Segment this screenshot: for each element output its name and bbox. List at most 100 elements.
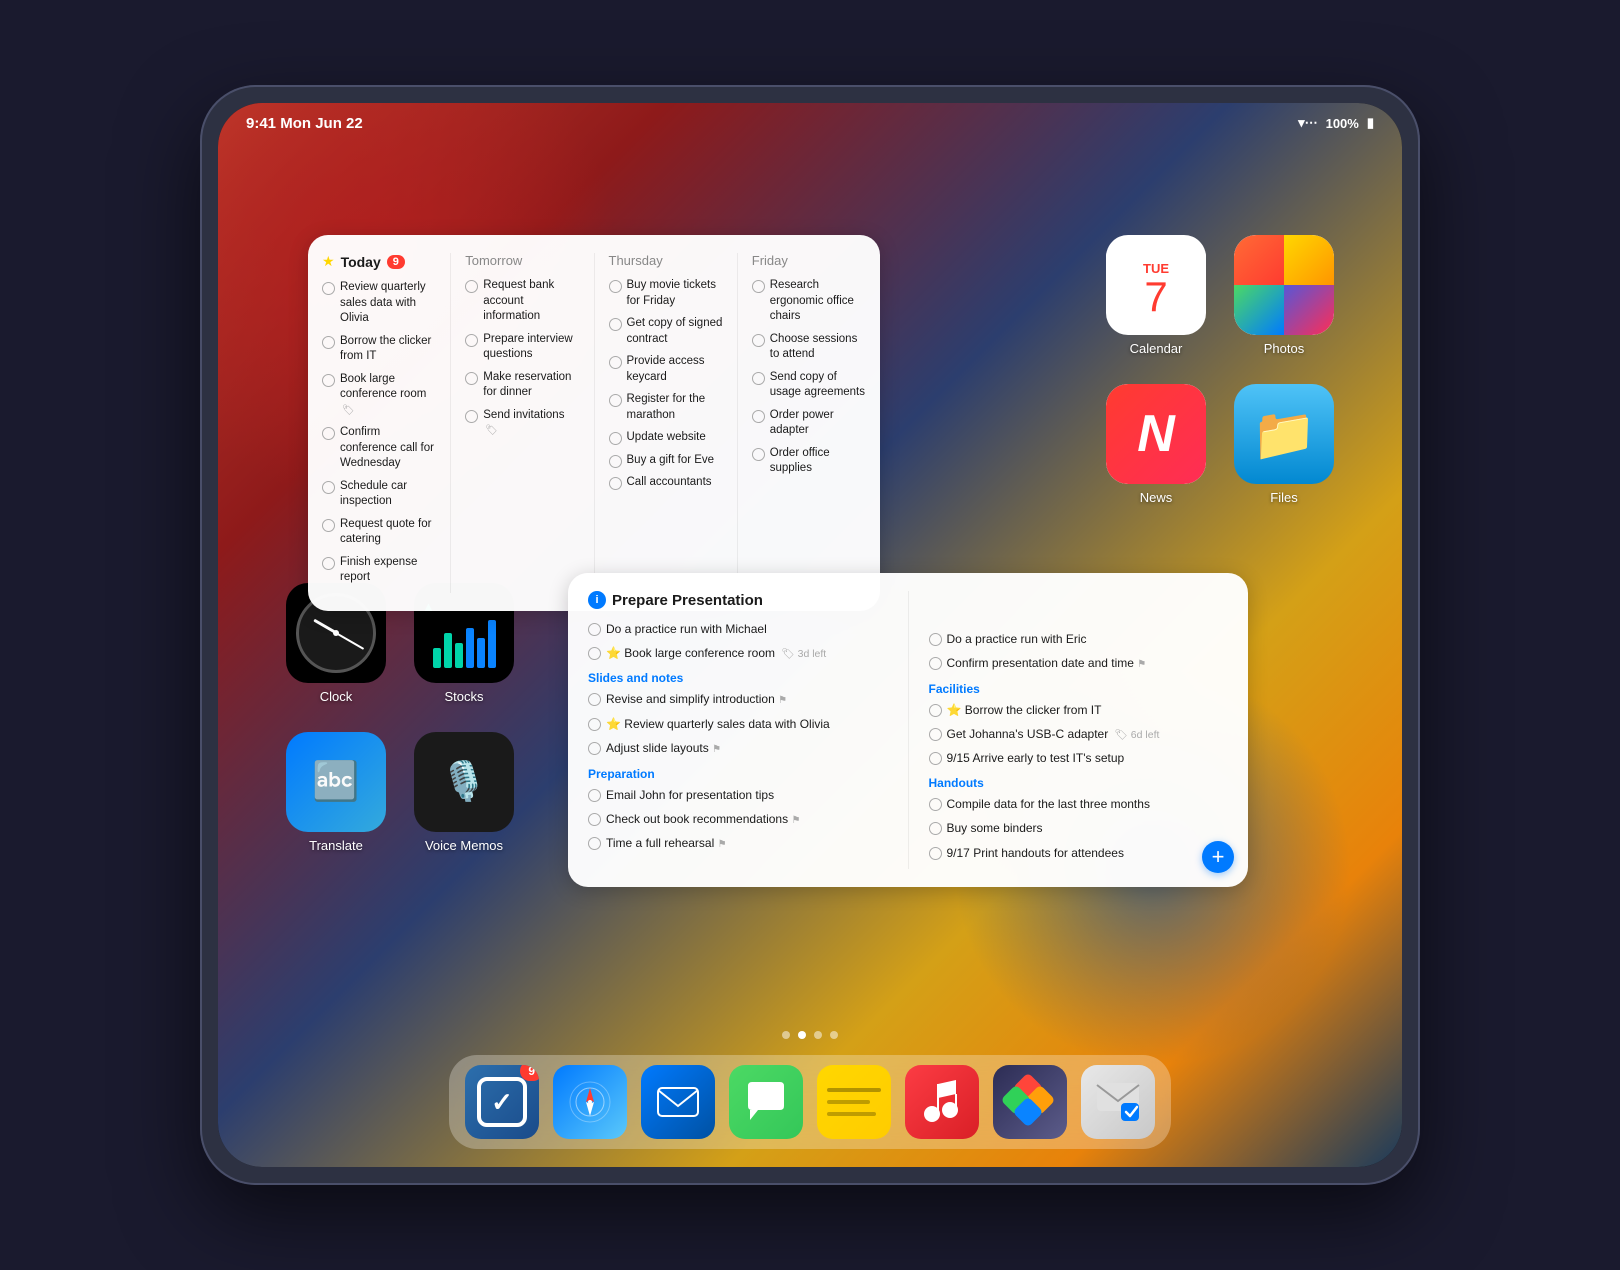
apps-grid-mid-left: Clock ▲ Stock xyxy=(286,583,514,853)
section-label-facilities: Facilities xyxy=(929,682,1229,696)
dock-app-notes[interactable] xyxy=(817,1065,891,1139)
list-item[interactable]: Confirm conference call for Wednesday xyxy=(322,425,436,472)
list-item[interactable]: Order office supplies xyxy=(752,446,866,477)
messages-bubble-icon xyxy=(744,1080,788,1124)
list-item[interactable]: Buy a gift for Eve xyxy=(609,453,723,469)
app-icon-news[interactable]: N News xyxy=(1106,384,1206,505)
reminders-widget: ★ Today 9 Review quarterly sales data wi… xyxy=(308,235,880,611)
status-bar: 9:41 Mon Jun 22 ▾⋯ 100% ▮ xyxy=(218,103,1402,143)
app-icon-calendar[interactable]: TUE 7 Calendar xyxy=(1106,235,1206,356)
list-item[interactable]: Get Johanna's USB-C adapter 🏷 6d left xyxy=(929,726,1229,742)
list-item[interactable]: Do a practice run with Michael xyxy=(588,621,888,637)
list-item[interactable]: Request quote for catering xyxy=(322,517,436,548)
app-icon-photos[interactable]: Photos xyxy=(1234,235,1334,356)
list-item[interactable]: Time a full rehearsal ⚑ xyxy=(588,835,888,852)
section-label-slides: Slides and notes xyxy=(588,671,888,685)
tomorrow-title: Tomorrow xyxy=(465,253,522,268)
list-item[interactable]: Borrow the clicker from IT xyxy=(322,334,436,365)
mimestream-icon xyxy=(1093,1077,1143,1127)
reminders-col-friday: Friday Research ergonomic office chairs … xyxy=(738,253,880,593)
dock-app-mail[interactable] xyxy=(641,1065,715,1139)
ipad-screen: 9:41 Mon Jun 22 ▾⋯ 100% ▮ ★ Today 9 xyxy=(218,103,1402,1167)
presentation-title: Prepare Presentation xyxy=(612,592,763,609)
battery-percent: 100% xyxy=(1326,116,1359,131)
thursday-title: Thursday xyxy=(609,253,663,268)
list-item[interactable]: Review quarterly sales data with Olivia xyxy=(322,280,436,327)
app-label-calendar: Calendar xyxy=(1130,341,1183,356)
presentation-col-right: Do a practice run with Eric Confirm pres… xyxy=(908,591,1229,869)
dock-app-omnifocus[interactable]: ✓ 9 xyxy=(465,1065,539,1139)
list-item[interactable]: ⭐ Borrow the clicker from IT xyxy=(929,702,1229,718)
status-time: 9:41 Mon Jun 22 xyxy=(246,115,363,132)
page-dots xyxy=(782,1031,838,1039)
app-label-photos: Photos xyxy=(1264,341,1304,356)
battery-icon: ▮ xyxy=(1367,115,1374,131)
ipad-frame: 9:41 Mon Jun 22 ▾⋯ 100% ▮ ★ Today 9 xyxy=(200,85,1420,1185)
wifi-icon: ▾⋯ xyxy=(1298,115,1318,131)
dock-app-messages[interactable] xyxy=(729,1065,803,1139)
reminders-col-today: ★ Today 9 Review quarterly sales data wi… xyxy=(308,253,451,593)
list-item[interactable]: Book large conference room 🏷 xyxy=(322,372,436,419)
add-button[interactable]: + xyxy=(1202,841,1234,873)
list-item[interactable]: Confirm presentation date and time ⚑ xyxy=(929,655,1229,672)
list-item[interactable]: Choose sessions to attend xyxy=(752,332,866,363)
app-label-stocks: Stocks xyxy=(444,689,483,704)
app-label-translate: Translate xyxy=(309,838,363,853)
list-item[interactable]: 9/17 Print handouts for attendees xyxy=(929,845,1229,861)
status-right: ▾⋯ 100% ▮ xyxy=(1298,115,1374,131)
pres-info-icon: i xyxy=(588,591,606,609)
list-item[interactable]: Send copy of usage agreements xyxy=(752,370,866,401)
list-item[interactable]: ⭐ Book large conference room 🏷 3d left xyxy=(588,645,888,661)
dock-app-safari[interactable] xyxy=(553,1065,627,1139)
app-icon-voice-memos[interactable]: 🎙️ Voice Memos xyxy=(414,732,514,853)
app-label-clock: Clock xyxy=(320,689,353,704)
page-dot-4 xyxy=(830,1031,838,1039)
app-icon-translate[interactable]: 🔤 Translate xyxy=(286,732,386,853)
app-label-voice-memos: Voice Memos xyxy=(425,838,503,853)
dock: ✓ 9 xyxy=(449,1055,1171,1149)
list-item[interactable]: Make reservation for dinner xyxy=(465,370,579,401)
list-item[interactable]: Call accountants xyxy=(609,475,723,491)
dock-app-shortcuts[interactable] xyxy=(993,1065,1067,1139)
app-label-files: Files xyxy=(1270,490,1297,505)
list-item[interactable]: Check out book recommendations ⚑ xyxy=(588,811,888,828)
list-item[interactable]: Compile data for the last three months xyxy=(929,796,1229,812)
reminders-col-tomorrow: Tomorrow Request bank account informatio… xyxy=(451,253,594,593)
apps-grid-top-right: TUE 7 Calendar xyxy=(1106,235,1334,505)
list-item[interactable]: 9/15 Arrive early to test IT's setup xyxy=(929,750,1229,766)
list-item[interactable]: Get copy of signed contract xyxy=(609,316,723,347)
list-item[interactable]: Revise and simplify introduction ⚑ xyxy=(588,691,888,708)
list-item[interactable]: Register for the marathon xyxy=(609,392,723,423)
list-item[interactable]: Buy some binders xyxy=(929,820,1229,836)
today-badge: 9 xyxy=(387,255,405,269)
list-item[interactable]: Finish expense report xyxy=(322,555,436,586)
star-icon-today: ★ xyxy=(322,253,335,270)
list-item[interactable]: ⭐ Review quarterly sales data with Olivi… xyxy=(588,716,888,732)
list-item[interactable]: Adjust slide layouts ⚑ xyxy=(588,740,888,757)
list-item[interactable]: Schedule car inspection xyxy=(322,479,436,510)
list-item[interactable]: Prepare interview questions xyxy=(465,332,579,363)
dock-app-mimestream[interactable] xyxy=(1081,1065,1155,1139)
friday-title: Friday xyxy=(752,253,788,268)
list-item[interactable]: Request bank account information xyxy=(465,278,579,325)
list-item[interactable]: Order power adapter xyxy=(752,408,866,439)
list-item[interactable]: Email John for presentation tips xyxy=(588,787,888,803)
list-item[interactable]: Update website xyxy=(609,430,723,446)
list-item[interactable]: Buy movie tickets for Friday xyxy=(609,278,723,309)
presentation-widget: i Prepare Presentation Do a practice run… xyxy=(568,573,1248,887)
page-dot-3 xyxy=(814,1031,822,1039)
list-item[interactable]: Research ergonomic office chairs xyxy=(752,278,866,325)
dock-app-music[interactable] xyxy=(905,1065,979,1139)
list-item[interactable]: Provide access keycard xyxy=(609,354,723,385)
list-item[interactable]: Do a practice run with Eric xyxy=(929,631,1229,647)
section-label-handouts: Handouts xyxy=(929,776,1229,790)
section-label-preparation: Preparation xyxy=(588,767,888,781)
list-item[interactable]: Send invitations 🏷 xyxy=(465,408,579,439)
reminders-col-thursday: Thursday Buy movie tickets for Friday Ge… xyxy=(595,253,738,593)
presentation-col-left: i Prepare Presentation Do a practice run… xyxy=(588,591,888,869)
today-title: Today xyxy=(341,254,381,270)
safari-compass-icon xyxy=(568,1080,612,1124)
page-dot-1 xyxy=(782,1031,790,1039)
mail-envelope-icon xyxy=(656,1086,700,1118)
app-icon-files[interactable]: 📁 Files xyxy=(1234,384,1334,505)
